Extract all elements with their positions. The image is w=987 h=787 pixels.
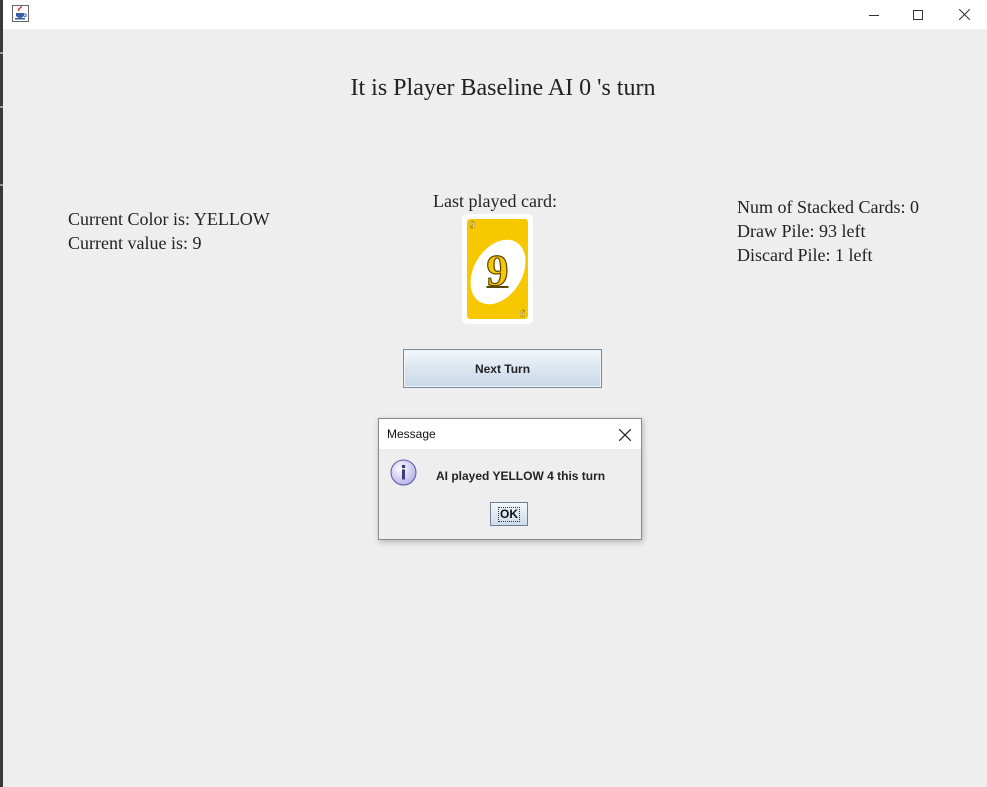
- close-button[interactable]: [941, 0, 987, 29]
- ok-button[interactable]: OK: [490, 502, 528, 526]
- turn-title: It is Player Baseline AI 0 's turn: [350, 75, 656, 101]
- maximize-icon: [913, 9, 923, 20]
- dialog-title: Message: [387, 427, 436, 441]
- window-titlebar[interactable]: [3, 0, 987, 29]
- card-corner-value: 9: [470, 220, 475, 231]
- card-corner-value: 9: [520, 307, 525, 318]
- ok-button-label: OK: [498, 506, 520, 522]
- next-turn-button[interactable]: Next Turn: [403, 349, 602, 388]
- info-icon: [390, 459, 417, 486]
- dialog-titlebar[interactable]: Message: [379, 419, 641, 449]
- dialog-close-button[interactable]: [615, 425, 635, 445]
- current-value-label: Current value is: 9: [68, 233, 202, 253]
- message-dialog: Message AI played YELLOW 4 this turn OK: [378, 418, 642, 540]
- edge-mark: [0, 52, 3, 54]
- edge-mark: [0, 106, 3, 108]
- stacked-cards-label: Num of Stacked Cards: 0: [737, 197, 919, 217]
- dialog-message: AI played YELLOW 4 this turn: [436, 469, 606, 483]
- edge-mark: [0, 184, 3, 186]
- window-left-edge: [0, 0, 3, 787]
- last-played-card: 9 9 9: [462, 214, 533, 324]
- current-color-label: Current Color is: YELLOW: [68, 209, 270, 229]
- draw-pile-label: Draw Pile: 93 left: [737, 221, 866, 241]
- minimize-button[interactable]: [851, 0, 897, 29]
- java-cup-icon: [12, 5, 29, 22]
- maximize-button[interactable]: [895, 0, 941, 29]
- close-icon: [619, 429, 631, 441]
- card-face: 9 9 9: [467, 219, 528, 319]
- minimize-icon: [869, 14, 879, 16]
- discard-pile-label: Discard Pile: 1 left: [737, 245, 873, 265]
- last-played-label: Last played card:: [433, 191, 557, 211]
- close-icon: [958, 9, 970, 20]
- card-value: 9: [486, 245, 509, 295]
